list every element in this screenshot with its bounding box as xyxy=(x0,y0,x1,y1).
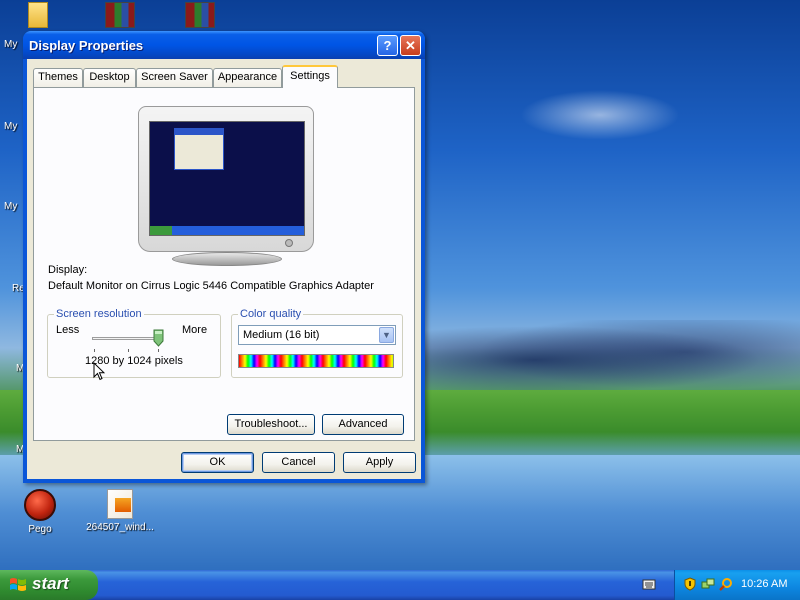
mouse-cursor-icon xyxy=(93,362,105,381)
display-value: Default Monitor on Cirrus Logic 5446 Com… xyxy=(48,280,374,292)
windows-logo-icon xyxy=(10,578,26,591)
desktop-icon-archive-2[interactable] xyxy=(160,2,240,31)
screen-resolution-group: Screen resolution Less More 1280 by 1024… xyxy=(47,308,221,378)
title-bar[interactable]: Display Properties ? ✕ xyxy=(23,31,425,59)
slider-less-label: Less xyxy=(56,324,80,336)
monitor-preview xyxy=(138,106,316,266)
folder-icon xyxy=(28,2,48,28)
display-label: Display: xyxy=(48,264,88,276)
pego-icon xyxy=(24,489,56,521)
start-label: start xyxy=(32,574,69,593)
color-quality-value: Medium (16 bit) xyxy=(243,329,320,341)
tab-settings[interactable]: Settings xyxy=(282,65,338,88)
settings-panel: Display: Default Monitor on Cirrus Logic… xyxy=(33,87,415,441)
desktop-icon-folder[interactable] xyxy=(0,2,78,31)
desktop-label[interactable]: My xyxy=(4,121,17,132)
desktop-icon-file[interactable]: 264507_wind... xyxy=(78,489,162,533)
archive-icon xyxy=(105,2,135,28)
chevron-down-icon[interactable]: ▼ xyxy=(379,327,394,343)
cancel-button[interactable]: Cancel xyxy=(262,452,335,473)
keyboard-icon[interactable] xyxy=(642,577,656,591)
wallpaper-clouds xyxy=(420,320,800,400)
file-icon xyxy=(107,489,133,519)
tab-themes[interactable]: Themes xyxy=(33,68,83,87)
desktop-icon-archive-1[interactable] xyxy=(80,2,160,31)
slider-tick xyxy=(158,349,159,352)
preview-start xyxy=(150,226,172,235)
monitor-power-button xyxy=(285,239,293,247)
start-button[interactable]: start xyxy=(0,570,98,600)
clock[interactable]: 10:26 AM xyxy=(741,578,787,590)
tab-screen-saver[interactable]: Screen Saver xyxy=(136,68,213,87)
monitor-body xyxy=(138,106,314,252)
slider-tick xyxy=(94,349,95,352)
tab-appearance[interactable]: Appearance xyxy=(213,68,282,87)
desktop-icon-pego[interactable]: Pego xyxy=(0,489,80,535)
advanced-button[interactable]: Advanced xyxy=(322,414,404,435)
slider-tick xyxy=(128,349,129,352)
desktop-label[interactable]: My xyxy=(4,39,17,50)
search-icon[interactable] xyxy=(719,577,733,591)
close-button[interactable]: ✕ xyxy=(400,35,421,56)
resolution-slider-track[interactable] xyxy=(92,337,162,340)
apply-button[interactable]: Apply xyxy=(343,452,416,473)
slider-more-label: More xyxy=(182,324,208,336)
display-properties-window: Display Properties ? ✕ Themes Desktop Sc… xyxy=(23,31,425,483)
help-button[interactable]: ? xyxy=(377,35,398,56)
preview-taskbar xyxy=(150,226,304,235)
system-tray: 10:26 AM xyxy=(674,570,800,600)
window-title: Display Properties xyxy=(29,38,144,53)
monitor-screen xyxy=(149,121,305,236)
desktop-label[interactable]: My xyxy=(4,201,17,212)
tab-desktop[interactable]: Desktop xyxy=(83,68,136,87)
troubleshoot-button[interactable]: Troubleshoot... xyxy=(227,414,315,435)
resolution-slider-thumb[interactable] xyxy=(153,329,164,347)
preview-window xyxy=(174,128,224,170)
desktop-icon-label: Pego xyxy=(28,524,52,535)
desktop-icon-label: 264507_wind... xyxy=(86,522,154,533)
taskbar: start 10:26 AM xyxy=(0,570,800,600)
window-client: Themes Desktop Screen Saver Appearance S… xyxy=(27,59,421,479)
screen-resolution-legend: Screen resolution xyxy=(54,308,144,320)
monitor-stand xyxy=(172,252,282,266)
archive-icon xyxy=(185,2,215,28)
shield-icon[interactable] xyxy=(683,577,697,591)
wallpaper-cloud xyxy=(520,90,680,140)
ok-button[interactable]: OK xyxy=(181,452,254,473)
network-icon[interactable] xyxy=(701,577,715,591)
color-quality-legend: Color quality xyxy=(238,308,304,320)
color-quality-group: Color quality Medium (16 bit) ▼ xyxy=(231,308,403,378)
color-quality-select[interactable]: Medium (16 bit) ▼ xyxy=(238,325,396,345)
color-spectrum-bar xyxy=(238,354,394,368)
